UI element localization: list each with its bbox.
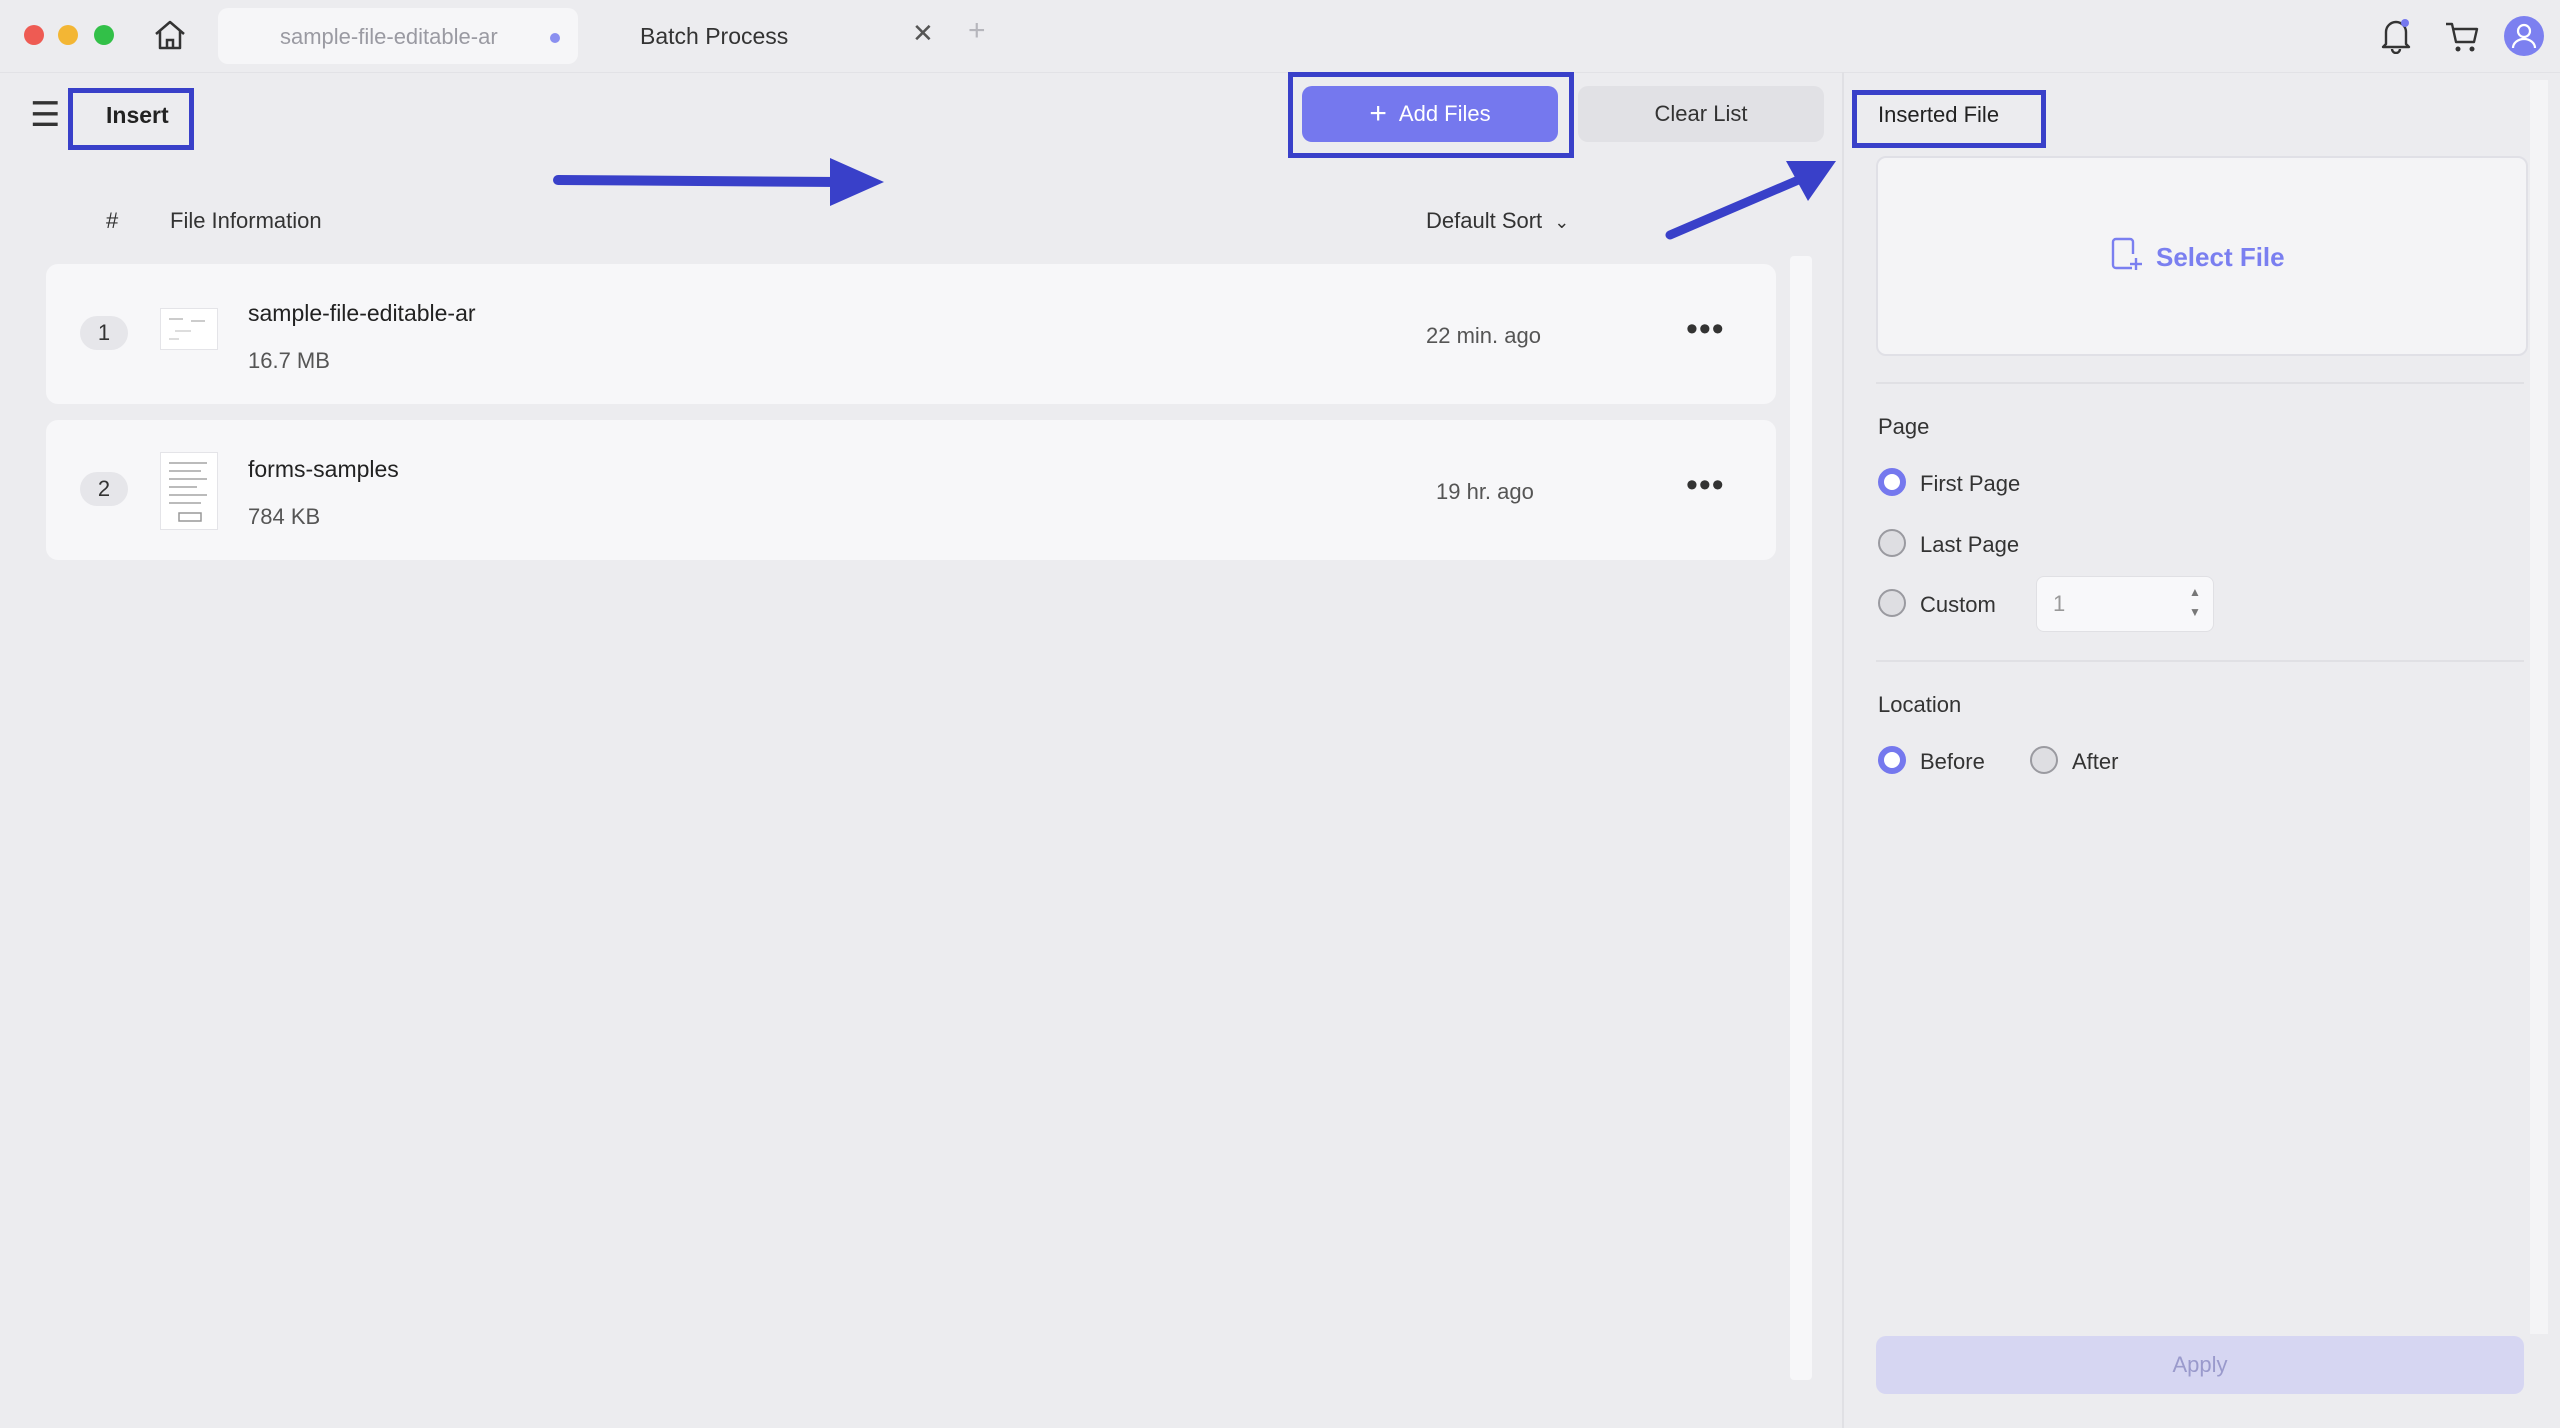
- annotation-arrow-right: [553, 158, 884, 206]
- sort-label: Default Sort: [1426, 208, 1543, 233]
- insert-title: Insert: [106, 102, 169, 128]
- select-file-button[interactable]: Select File: [2110, 236, 2285, 279]
- close-icon[interactable]: ✕: [912, 18, 934, 49]
- apply-button[interactable]: Apply: [1876, 1336, 2524, 1394]
- list-scrollbar[interactable]: [1790, 256, 1812, 1380]
- bell-icon[interactable]: [2380, 16, 2412, 59]
- file-add-icon: [2110, 236, 2142, 279]
- add-files-label: Add Files: [1398, 101, 1491, 126]
- stepper-value: 1: [2053, 591, 2066, 616]
- row-number: 1: [80, 316, 128, 350]
- radio-custom[interactable]: [1878, 589, 1906, 617]
- clear-list-button[interactable]: Clear List: [1578, 86, 1824, 142]
- select-file-label: Select File: [2156, 242, 2285, 272]
- radio-label: Custom: [1920, 592, 1996, 617]
- file-thumbnail: [160, 452, 218, 530]
- file-info-column-header: File Information: [170, 208, 322, 233]
- radio-label: First Page: [1920, 471, 2021, 496]
- file-thumbnail: [160, 308, 218, 350]
- stepper-up-icon[interactable]: ▲: [2189, 585, 2201, 599]
- cart-icon[interactable]: [2444, 20, 2480, 59]
- row-number: 2: [80, 472, 128, 506]
- radio-after[interactable]: [2030, 746, 2058, 774]
- add-files-button[interactable]: + Add Files: [1302, 86, 1558, 142]
- panel-divider: [1842, 72, 1844, 1428]
- list-item[interactable]: 2 forms-samples 784 KB 19 hr. ago •••: [46, 420, 1776, 560]
- clear-list-label: Clear List: [1654, 101, 1748, 126]
- divider: [1876, 382, 2524, 384]
- radio-first-page[interactable]: [1878, 468, 1906, 496]
- unsaved-dot: [550, 33, 560, 43]
- number-column-header: #: [106, 208, 119, 233]
- radio-label: Before: [1920, 749, 1985, 774]
- user-icon[interactable]: [2504, 16, 2544, 56]
- file-name: forms-samples: [248, 456, 399, 482]
- close-window-button[interactable]: [24, 25, 44, 45]
- file-size: 784 KB: [248, 504, 321, 529]
- more-icon[interactable]: •••: [1686, 310, 1725, 349]
- inserted-file-title: Inserted File: [1878, 102, 2000, 127]
- radio-label: Last Page: [1920, 532, 2020, 557]
- plus-icon: +: [1369, 97, 1387, 130]
- tab-sample-file[interactable]: sample-file-editable-ar: [218, 8, 578, 64]
- tab-batch-process[interactable]: Batch Process: [640, 23, 788, 50]
- home-icon[interactable]: [152, 18, 188, 57]
- file-time: 22 min. ago: [1426, 323, 1541, 348]
- radio-before[interactable]: [1878, 746, 1906, 774]
- file-size: 16.7 MB: [248, 348, 330, 373]
- annotation-arrow-diagonal: [1665, 161, 1836, 240]
- tab-label: sample-file-editable-ar: [280, 24, 498, 49]
- apply-label: Apply: [2172, 1352, 2228, 1377]
- page-section-title: Page: [1878, 414, 1930, 439]
- more-icon[interactable]: •••: [1686, 466, 1725, 505]
- custom-page-stepper[interactable]: 1 ▲ ▼: [2036, 576, 2214, 632]
- radio-last-page[interactable]: [1878, 529, 1906, 557]
- chevron-down-icon: ⌄: [1554, 212, 1570, 232]
- list-item[interactable]: 1 sample-file-editable-ar 16.7 MB 22 min…: [46, 264, 1776, 404]
- location-section-title: Location: [1878, 692, 1962, 717]
- plus-icon[interactable]: +: [968, 14, 986, 48]
- zoom-window-button[interactable]: [94, 25, 114, 45]
- divider: [1876, 660, 2524, 662]
- file-time: 19 hr. ago: [1436, 479, 1534, 504]
- stepper-down-icon[interactable]: ▼: [2189, 605, 2201, 619]
- sort-dropdown[interactable]: Default Sort ⌄: [1426, 208, 1569, 234]
- minimize-window-button[interactable]: [58, 25, 78, 45]
- file-name: sample-file-editable-ar: [248, 300, 476, 326]
- radio-label: After: [2072, 749, 2119, 774]
- menu-icon[interactable]: ☰: [30, 98, 60, 132]
- panel-scrollbar[interactable]: [2530, 80, 2548, 1334]
